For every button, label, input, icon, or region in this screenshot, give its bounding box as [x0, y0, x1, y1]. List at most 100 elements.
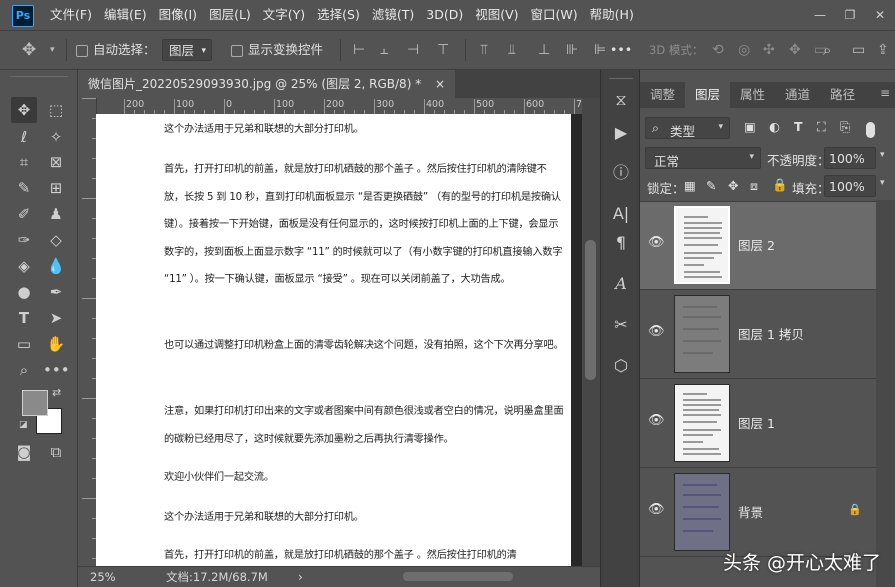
align-hcenter-icon[interactable]: ⫠	[380, 31, 388, 69]
eyedropper-tool-icon[interactable]: ✎	[11, 175, 37, 201]
lock-position-icon[interactable]: ✥	[728, 178, 738, 193]
magic-wand-tool-icon[interactable]: ✧	[43, 124, 69, 150]
filter-toggle[interactable]	[866, 122, 875, 138]
layer-row-layer-1-copy[interactable]: 👁 图层 1 拷贝	[640, 291, 876, 379]
menu-edit[interactable]: 编辑(E)	[98, 0, 153, 30]
menu-select[interactable]: 选择(S)	[311, 0, 366, 30]
crop-tool-icon[interactable]: ⌗	[11, 149, 37, 175]
filter-smart-object-icon[interactable]: ⎘	[840, 119, 850, 135]
brush-tool-icon[interactable]: ✐	[11, 201, 37, 227]
frame-tool-icon[interactable]: ⊠	[43, 149, 69, 175]
glyphs-icon[interactable]: A	[601, 269, 641, 299]
vertical-ruler[interactable]	[78, 98, 97, 566]
clone-stamp-tool-icon[interactable]: ♟	[43, 201, 69, 227]
horizontal-ruler[interactable]: 20010001002003004005006007008009001000	[96, 98, 582, 115]
type-tool-icon[interactable]: T	[11, 305, 37, 331]
distribute-top-icon[interactable]: ⫪	[480, 31, 488, 69]
history-icon[interactable]: ⧖	[601, 85, 641, 115]
distribute-left-icon[interactable]: ⊪	[566, 31, 578, 69]
foreground-color-swatch[interactable]	[22, 390, 48, 416]
blend-mode-select[interactable]: 正常 ▾	[645, 147, 761, 169]
tab-channels[interactable]: 通道	[775, 82, 820, 108]
layer-row-layer-1[interactable]: 👁 图层 1	[640, 380, 876, 468]
fill-input[interactable]: 100%	[824, 175, 876, 197]
tab-adjustments[interactable]: 调整	[640, 82, 685, 108]
quick-mask-icon[interactable]: ◙	[11, 439, 37, 465]
share-icon[interactable]: ⇪	[877, 31, 889, 69]
lock-all-icon[interactable]: 🔒	[772, 177, 788, 193]
play-icon[interactable]: ▶	[601, 118, 641, 148]
filter-shape-icon[interactable]: ⛶	[817, 119, 826, 135]
tab-paths[interactable]: 路径	[820, 82, 865, 108]
filter-adjustment-icon[interactable]: ◐	[769, 119, 780, 134]
layer-filter-select[interactable]: ⌕ 类型 ▾	[645, 117, 730, 139]
info-icon[interactable]: ⓘ	[601, 158, 641, 188]
lock-image-icon[interactable]: ✎	[706, 178, 716, 193]
history-brush-tool-icon[interactable]: ✑	[11, 227, 37, 253]
restore-button[interactable]: ❐	[835, 0, 865, 30]
opacity-input[interactable]: 100%	[824, 147, 876, 169]
default-colors-icon[interactable]: ◪	[19, 420, 28, 430]
menu-3d[interactable]: 3D(D)	[420, 0, 469, 30]
document-tab[interactable]: 微信图片_20220529093930.jpg @ 25% (图层 2, RGB…	[78, 70, 456, 98]
workspace-icon[interactable]: ▭	[852, 31, 865, 69]
minimize-button[interactable]: —	[805, 0, 835, 30]
move-tool-icon[interactable]: ✥	[11, 97, 37, 123]
visibility-eye-icon[interactable]: 👁	[648, 502, 665, 518]
tab-properties[interactable]: 属性	[730, 82, 775, 108]
layer-row-layer-2[interactable]: 👁 图层 2	[640, 202, 876, 290]
vertical-scroll-thumb[interactable]	[585, 240, 596, 380]
paragraph-icon[interactable]: ¶	[601, 228, 641, 258]
swap-colors-icon[interactable]: ⇄	[52, 386, 61, 399]
chevron-down-icon[interactable]: ▾	[880, 178, 885, 188]
pen-tool-icon[interactable]: ✒	[43, 279, 69, 305]
visibility-eye-icon[interactable]: 👁	[648, 235, 665, 251]
tab-layers[interactable]: 图层	[685, 82, 731, 108]
3d-cube-icon[interactable]: ⬡	[601, 351, 641, 381]
eraser-tool-icon[interactable]: ◇	[43, 227, 69, 253]
move-tool-icon[interactable]: ✥	[22, 31, 36, 69]
dodge-tool-icon[interactable]: ●	[11, 279, 37, 305]
auto-select-option[interactable]: 自动选择：	[76, 31, 156, 69]
align-top-icon[interactable]: ⊤	[437, 31, 449, 69]
layers-scrollbar[interactable]	[876, 200, 895, 587]
menu-filter[interactable]: 滤镜(T)	[366, 0, 420, 30]
screen-mode-icon[interactable]: ⧉	[43, 439, 69, 465]
lock-artboard-icon[interactable]: ⧈	[750, 178, 758, 194]
search-icon[interactable]: ⌕	[823, 31, 831, 69]
canvas-area[interactable]: 这个办法适用于兄弟和联想的大部分打印机。 首先，打开打印机的前盖，就是放打印机硒…	[96, 114, 582, 566]
filter-type-icon[interactable]: T	[794, 119, 803, 134]
chevron-down-icon[interactable]: ▾	[880, 150, 885, 160]
gradient-tool-icon[interactable]: ◈	[11, 253, 37, 279]
menu-image[interactable]: 图像(I)	[153, 0, 203, 30]
close-tab-icon[interactable]: ×	[435, 77, 445, 91]
horizontal-scroll-thumb[interactable]	[403, 572, 513, 581]
show-transform-checkbox[interactable]	[231, 44, 243, 57]
menu-file[interactable]: 文件(F)	[44, 0, 98, 30]
tools-icon[interactable]: ✂	[601, 310, 641, 340]
layer-row-background[interactable]: 👁 背景 🔒	[640, 469, 876, 557]
visibility-eye-icon[interactable]: 👁	[648, 324, 665, 340]
menu-help[interactable]: 帮助(H)	[584, 0, 640, 30]
lasso-tool-icon[interactable]: ℓ	[11, 124, 37, 150]
auto-select-checkbox[interactable]	[76, 44, 88, 57]
rectangle-tool-icon[interactable]: ▭	[11, 331, 37, 357]
distribute-bottom-icon[interactable]: ⊥	[538, 31, 550, 69]
menu-layer[interactable]: 图层(L)	[203, 0, 257, 30]
character-icon[interactable]: A|	[601, 199, 641, 229]
align-right-icon[interactable]: ⊣	[407, 31, 419, 69]
show-transform-option[interactable]: 显示变换控件	[231, 31, 323, 69]
menu-view[interactable]: 视图(V)	[469, 0, 524, 30]
marquee-tool-icon[interactable]: ⬚	[43, 97, 69, 123]
hand-tool-icon[interactable]: ✋	[43, 331, 69, 357]
auto-select-target-select[interactable]: 图层 ▾	[162, 39, 212, 61]
blur-tool-icon[interactable]: 💧	[43, 253, 69, 279]
spot-healing-tool-icon[interactable]: ⊞	[43, 175, 69, 201]
visibility-eye-icon[interactable]: 👁	[648, 413, 665, 429]
tool-preset-chevron-icon[interactable]: ▾	[50, 31, 55, 69]
distribute-right-icon[interactable]: ⊫	[594, 31, 606, 69]
more-options-button[interactable]: •••	[610, 31, 632, 69]
align-left-icon[interactable]: ⊢	[353, 31, 365, 69]
filter-pixel-icon[interactable]: ▣	[744, 119, 756, 134]
menu-window[interactable]: 窗口(W)	[525, 0, 584, 30]
